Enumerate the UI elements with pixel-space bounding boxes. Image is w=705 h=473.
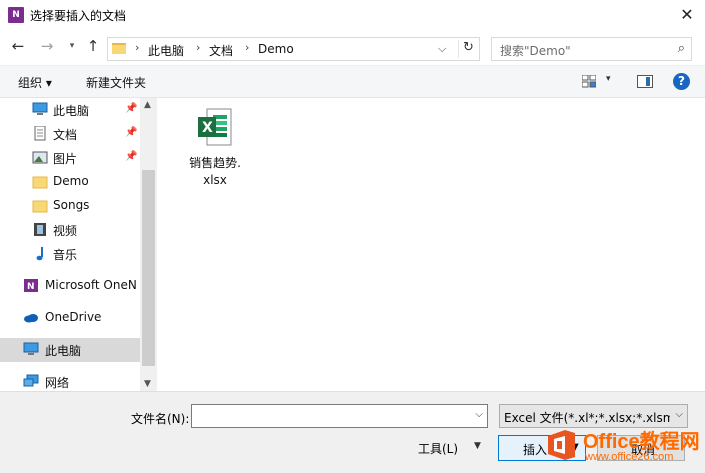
video-icon	[34, 223, 46, 236]
sidebar-item-network[interactable]: 网络	[0, 370, 140, 391]
pin-icon: 📌	[125, 103, 138, 114]
folder-icon	[32, 200, 48, 213]
sidebar-item-onenote[interactable]: N Microsoft OneN	[0, 274, 140, 298]
breadcrumb-item[interactable]: 文档	[209, 42, 233, 59]
sidebar-item-label: 图片	[53, 152, 78, 166]
breadcrumb-item[interactable]: 此电脑	[148, 42, 184, 59]
sidebar-scrollbar[interactable]: ▲ ▼	[140, 98, 157, 391]
breadcrumb-separator[interactable]: ›	[245, 41, 249, 54]
pin-icon: 📌	[125, 151, 138, 162]
window-title: 选择要插入的文档	[30, 9, 127, 23]
search-icon[interactable]: ⌕	[678, 41, 685, 56]
file-list-area[interactable]: X 销售趋势. xlsx	[157, 98, 705, 391]
search-box[interactable]: 搜索"Demo" ⌕	[491, 37, 692, 61]
filename-dropdown-icon[interactable]: ⌵	[475, 409, 483, 420]
tools-dropdown-icon[interactable]: ▼	[474, 441, 481, 451]
preview-pane-icon[interactable]	[637, 75, 653, 88]
file-name-line: 销售趋势.	[189, 156, 241, 170]
scroll-up-arrow-icon[interactable]: ▲	[144, 100, 151, 110]
computer-icon	[23, 342, 39, 355]
office-logo-icon	[548, 430, 575, 460]
breadcrumb-separator[interactable]: ›	[135, 41, 139, 54]
document-icon	[34, 126, 46, 141]
file-item[interactable]: X 销售趋势. xlsx	[181, 106, 249, 189]
sidebar-item-label: OneDrive	[45, 310, 102, 324]
watermark-url: www.office26.com	[585, 451, 674, 463]
sidebar-item-pictures[interactable]: 图片 📌	[0, 146, 140, 170]
navigation-pane: 此电脑 📌 文档 📌 图片 📌 Demo Songs 视频 音乐 N Micro…	[0, 98, 157, 391]
navigation-bar: ← → ▾ ↑ › 此电脑 › 文档 › Demo ⌵ ↻ 搜索"Demo" ⌕	[0, 31, 705, 63]
insert-button-label: 插入	[523, 443, 548, 457]
file-name: 销售趋势. xlsx	[181, 155, 249, 189]
sidebar-item-label: 音乐	[53, 248, 78, 262]
sidebar-item-label: Microsoft OneN	[45, 278, 137, 292]
sidebar-item-label: Demo	[53, 174, 89, 188]
onedrive-icon	[24, 314, 38, 323]
back-button[interactable]: ←	[9, 37, 27, 55]
sidebar-item-videos[interactable]: 视频	[0, 218, 140, 242]
folder-icon	[32, 176, 48, 189]
network-icon	[23, 374, 39, 387]
sidebar-item-label: 此电脑	[53, 104, 90, 118]
pin-icon: 📌	[125, 127, 138, 138]
forward-button[interactable]: →	[38, 37, 56, 55]
watermark: Office教程网 www.office26.com	[545, 425, 705, 469]
help-icon[interactable]: ?	[673, 73, 690, 90]
svg-text:N: N	[27, 282, 35, 292]
file-type-value: Excel 文件(*.xl*;*.xlsx;*.xlsm;*.	[504, 411, 670, 425]
music-icon	[36, 247, 43, 261]
onenote-icon: N	[24, 279, 38, 292]
file-name-line: xlsx	[203, 173, 227, 187]
filename-input[interactable]: ⌵	[191, 404, 488, 428]
picture-icon	[32, 151, 48, 164]
sidebar-item-documents[interactable]: 文档 📌	[0, 122, 140, 146]
scroll-thumb[interactable]	[142, 170, 155, 366]
sidebar-item-music[interactable]: 音乐	[0, 242, 140, 266]
sidebar-item-demo[interactable]: Demo	[0, 170, 140, 194]
filename-label: 文件名(N):	[131, 412, 190, 426]
scroll-down-arrow-icon[interactable]: ▼	[144, 379, 151, 389]
address-bar[interactable]: › 此电脑 › 文档 › Demo ⌵ ↻	[107, 37, 480, 61]
sidebar-item-label: 文档	[53, 128, 78, 142]
refresh-button[interactable]: ↻	[458, 40, 478, 58]
sidebar-item-this-pc-quick[interactable]: 此电脑 📌	[0, 98, 140, 122]
organize-menu[interactable]: 组织 ▾	[18, 74, 52, 91]
command-bar: 组织 ▾ 新建文件夹 ▾ ?	[0, 65, 705, 98]
breadcrumb-item[interactable]: Demo	[258, 42, 294, 56]
tools-menu[interactable]: 工具(L)	[418, 440, 458, 457]
sidebar-item-label: 视频	[53, 224, 78, 238]
view-options-dropdown[interactable]: ▾	[606, 74, 611, 84]
breadcrumb-separator[interactable]: ›	[196, 41, 200, 54]
onenote-app-icon: N	[8, 7, 24, 23]
sidebar-item-label: 此电脑	[45, 344, 82, 358]
filter-dropdown-icon[interactable]: ⌵	[675, 409, 683, 420]
watermark-title: Office教程网	[583, 431, 700, 453]
excel-file-icon: X	[193, 106, 237, 150]
view-icon[interactable]	[582, 75, 596, 88]
up-button[interactable]: ↑	[84, 37, 102, 55]
computer-icon	[32, 102, 48, 115]
close-button[interactable]: ✕	[675, 3, 699, 27]
address-dropdown-icon[interactable]: ⌵	[438, 42, 446, 56]
search-placeholder: 搜索"Demo"	[500, 44, 571, 58]
folder-icon	[112, 43, 126, 54]
sidebar-item-this-pc[interactable]: 此电脑	[0, 338, 140, 362]
sidebar-item-songs[interactable]: Songs	[0, 194, 140, 218]
sidebar-item-label: 网络	[45, 376, 70, 390]
title-bar: N 选择要插入的文档 ✕	[0, 0, 705, 31]
sidebar-item-label: Songs	[53, 198, 90, 212]
recent-locations-dropdown[interactable]: ▾	[63, 37, 81, 55]
new-folder-button[interactable]: 新建文件夹	[86, 74, 146, 91]
sidebar-item-onedrive[interactable]: OneDrive	[0, 306, 140, 330]
excel-letter: X	[202, 120, 213, 136]
